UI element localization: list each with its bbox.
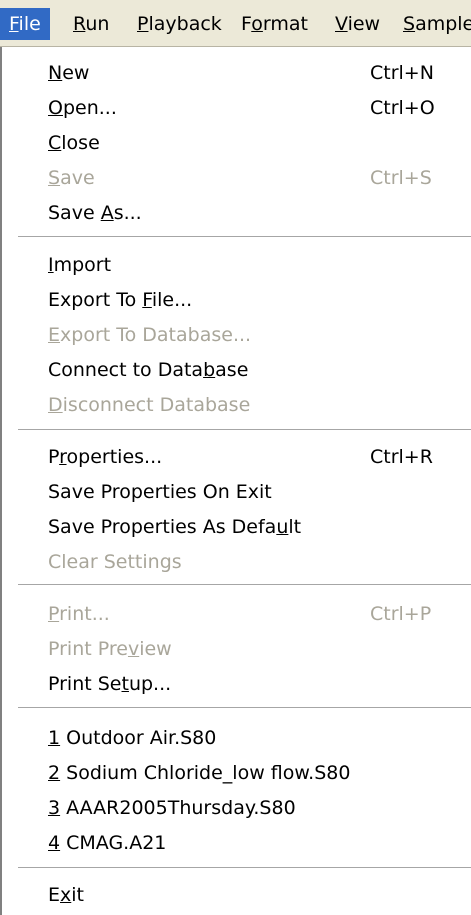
menu-run[interactable]: Run bbox=[64, 8, 118, 40]
menu-separator bbox=[18, 867, 471, 869]
shortcut-open: Ctrl+O bbox=[370, 97, 435, 119]
menu-item-connect-database[interactable]: Connect to Database bbox=[48, 354, 248, 386]
menu-item-open[interactable]: Open... bbox=[48, 92, 117, 124]
menu-separator bbox=[18, 707, 471, 709]
menu-item-save: Save bbox=[48, 167, 95, 189]
menu-playback[interactable]: Playback bbox=[128, 8, 231, 40]
menu-item-export-to-database: Export To Database... bbox=[48, 324, 252, 346]
menu-item-save-as[interactable]: Save As... bbox=[48, 197, 142, 229]
menu-file[interactable]: File bbox=[0, 8, 50, 40]
menu-item-properties[interactable]: Properties... bbox=[48, 441, 162, 473]
menu-separator bbox=[18, 236, 471, 238]
recent-file-item[interactable]: 3 AAAR2005Thursday.S80 bbox=[48, 792, 296, 824]
menu-view[interactable]: View bbox=[326, 8, 389, 40]
shortcut-save: Ctrl+S bbox=[370, 167, 432, 189]
menu-item-save-properties-as-default[interactable]: Save Properties As Default bbox=[48, 511, 301, 543]
recent-file-item[interactable]: 2 Sodium Chloride_low flow.S80 bbox=[48, 757, 350, 789]
menu-item-export-to-file[interactable]: Export To File... bbox=[48, 284, 192, 316]
menu-item-print-setup[interactable]: Print Setup... bbox=[48, 668, 171, 700]
menu-item-clear-settings: Clear Settings bbox=[48, 551, 182, 573]
menu-item-new[interactable]: New bbox=[48, 57, 89, 89]
menu-item-close[interactable]: Close bbox=[48, 127, 100, 159]
shortcut-properties: Ctrl+R bbox=[370, 446, 433, 468]
menu-sample[interactable]: Sample bbox=[394, 8, 471, 40]
menu-item-print-preview: Print Preview bbox=[48, 638, 172, 660]
shortcut-print: Ctrl+P bbox=[370, 603, 432, 625]
menu-item-save-properties-on-exit[interactable]: Save Properties On Exit bbox=[48, 476, 272, 508]
menu-bar: File Run Playback Format View Sample bbox=[0, 0, 471, 47]
recent-file-item[interactable]: 1 Outdoor Air.S80 bbox=[48, 722, 216, 754]
file-menu-dropdown: New Ctrl+N Open... Ctrl+O Close Save Ctr… bbox=[0, 47, 471, 915]
menu-item-exit[interactable]: Exit bbox=[48, 879, 84, 911]
menu-separator bbox=[18, 584, 471, 586]
menu-separator bbox=[18, 429, 471, 431]
recent-file-item[interactable]: 4 CMAG.A21 bbox=[48, 827, 166, 859]
menu-item-disconnect-database: Disconnect Database bbox=[48, 394, 251, 416]
menu-format[interactable]: Format bbox=[232, 8, 317, 40]
menu-item-print: Print... bbox=[48, 603, 110, 625]
menu-item-import[interactable]: Import bbox=[48, 249, 111, 281]
shortcut-new: Ctrl+N bbox=[370, 62, 434, 84]
